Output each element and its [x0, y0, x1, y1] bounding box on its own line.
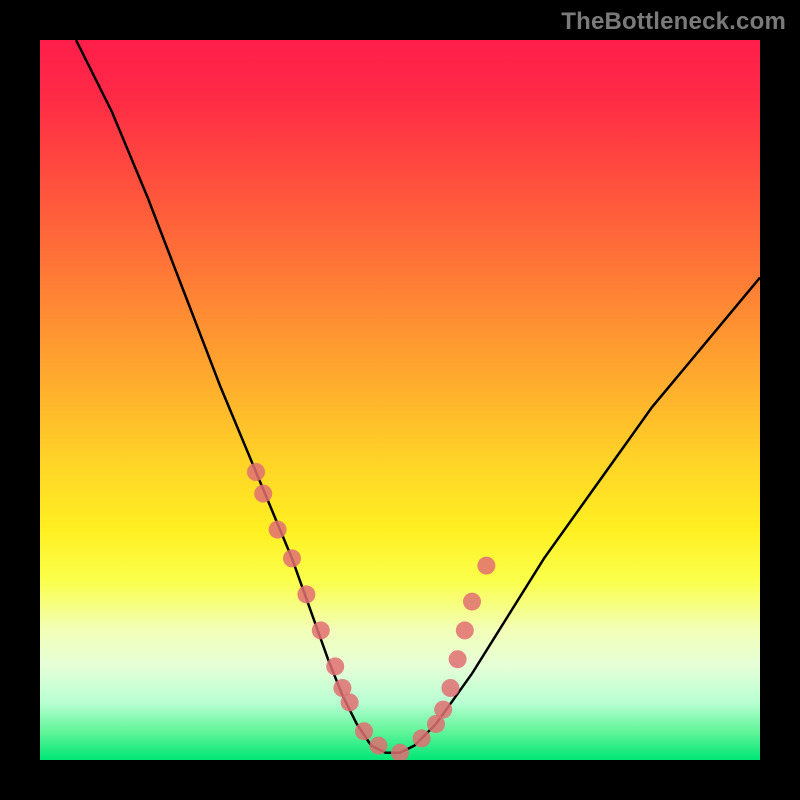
chart-frame: TheBottleneck.com — [0, 0, 800, 800]
marker-point — [456, 621, 474, 639]
watermark-label: TheBottleneck.com — [561, 8, 786, 36]
marker-point — [449, 650, 467, 668]
marker-point — [247, 463, 265, 481]
marker-point — [341, 693, 359, 711]
marker-point — [312, 621, 330, 639]
marker-point — [269, 521, 287, 539]
curve-svg — [40, 40, 760, 760]
marker-point — [477, 557, 495, 575]
marker-point — [369, 737, 387, 755]
marker-point — [297, 585, 315, 603]
marker-point — [413, 729, 431, 747]
bottleneck-curve — [76, 40, 760, 753]
marker-point — [254, 485, 272, 503]
marker-point — [391, 744, 409, 760]
marker-point — [463, 593, 481, 611]
marker-point — [283, 549, 301, 567]
marker-group — [247, 463, 495, 760]
marker-point — [326, 657, 344, 675]
marker-point — [434, 701, 452, 719]
marker-point — [355, 722, 373, 740]
marker-point — [441, 679, 459, 697]
plot-area — [40, 40, 760, 760]
